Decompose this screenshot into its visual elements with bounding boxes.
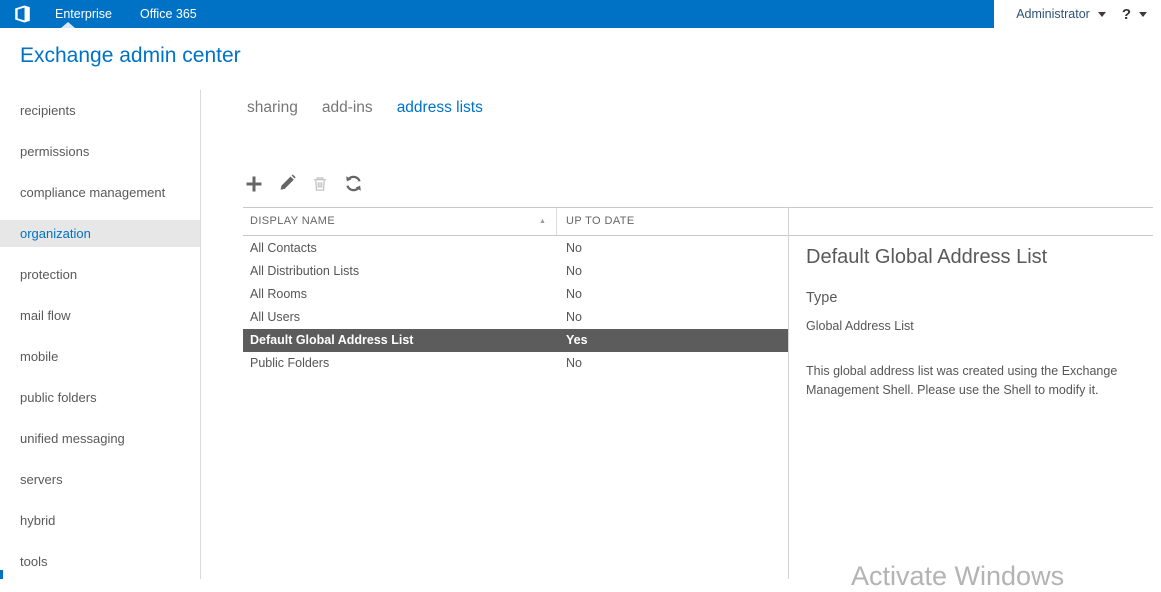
sidebar-nav: recipients permissions compliance manage… xyxy=(0,90,201,579)
user-menu-label[interactable]: Administrator xyxy=(1016,7,1090,21)
sidebar-item[interactable]: servers xyxy=(0,466,200,493)
content-tab[interactable]: sharing xyxy=(247,99,298,117)
column-header-display-name[interactable]: DISPLAY NAME xyxy=(250,208,335,235)
cell-display-name: All Contacts xyxy=(250,241,317,255)
topnav-tab-enterprise[interactable]: Enterprise xyxy=(55,7,112,21)
sidebar-item[interactable]: compliance management xyxy=(0,179,200,206)
cell-display-name: Default Global Address List xyxy=(250,333,414,347)
details-type-value: Global Address List xyxy=(806,319,914,333)
sidebar-item[interactable]: mail flow xyxy=(0,302,200,329)
cell-up-to-date: No xyxy=(566,287,582,301)
delete-button xyxy=(307,173,333,197)
plus-icon xyxy=(244,174,264,197)
cell-up-to-date: No xyxy=(566,310,582,324)
sort-ascending-icon: ▲ xyxy=(539,218,546,225)
table-row[interactable]: Public Folders No xyxy=(243,352,788,375)
cell-up-to-date: No xyxy=(566,356,582,370)
sidebar-item[interactable]: mobile xyxy=(0,343,200,370)
details-title: Default Global Address List xyxy=(806,246,1048,268)
corner-accent-mark xyxy=(0,570,3,579)
sidebar-item[interactable]: hybrid xyxy=(0,507,200,534)
refresh-button[interactable] xyxy=(340,173,366,197)
top-bar-brand-section: Enterprise Office 365 xyxy=(0,0,994,28)
edit-button[interactable] xyxy=(274,173,300,197)
page-title: Exchange admin center xyxy=(20,44,241,67)
sidebar-item[interactable]: public folders xyxy=(0,384,200,411)
sidebar-item[interactable]: permissions xyxy=(0,138,200,165)
sidebar-list: recipients permissions compliance manage… xyxy=(0,90,200,575)
sidebar-item[interactable]: unified messaging xyxy=(0,425,200,452)
help-menu-label[interactable]: ? xyxy=(1122,6,1131,23)
pencil-icon xyxy=(278,174,297,196)
table-header: DISPLAY NAME ▲ UP TO DATE xyxy=(243,207,1153,236)
cell-up-to-date: No xyxy=(566,264,582,278)
selected-tab-notch xyxy=(61,22,75,28)
details-pane: Default Global Address List Type Global … xyxy=(806,246,1151,401)
user-menu-caret-icon[interactable] xyxy=(1097,11,1106,17)
office-logo-icon xyxy=(14,4,31,24)
cell-up-to-date: No xyxy=(566,241,582,255)
cell-display-name: All Distribution Lists xyxy=(250,264,360,278)
details-type-label: Type xyxy=(806,290,838,306)
top-bar: Enterprise Office 365 Administrator ? xyxy=(0,0,1161,28)
topnav-tab-office365[interactable]: Office 365 xyxy=(140,7,197,21)
cell-display-name: All Users xyxy=(250,310,301,324)
help-menu-caret-icon[interactable] xyxy=(1139,11,1147,17)
table-row[interactable]: All Distribution Lists No xyxy=(243,260,788,283)
refresh-icon xyxy=(344,174,363,196)
sidebar-item[interactable]: protection xyxy=(0,261,200,288)
column-divider xyxy=(556,208,557,235)
content-tab[interactable]: add-ins xyxy=(322,99,373,117)
trash-icon xyxy=(311,175,329,196)
table-row[interactable]: All Rooms No xyxy=(243,283,788,306)
content-tab[interactable]: address lists xyxy=(397,99,483,117)
address-list-table: All Contacts No All Distribution Lists N… xyxy=(243,237,788,375)
add-button[interactable] xyxy=(241,173,267,197)
cell-display-name: All Rooms xyxy=(250,287,307,301)
activate-windows-watermark: Activate Windows xyxy=(851,561,1065,591)
sidebar-item[interactable]: tools xyxy=(0,548,200,575)
sidebar-item[interactable]: recipients xyxy=(0,97,200,124)
table-row[interactable]: All Users No xyxy=(243,306,788,329)
column-header-up-to-date[interactable]: UP TO DATE xyxy=(566,208,635,235)
cell-up-to-date: Yes xyxy=(566,333,588,347)
list-toolbar xyxy=(241,173,366,197)
table-row[interactable]: Default Global Address List Yes xyxy=(243,329,788,352)
details-description: This global address list was created usi… xyxy=(806,364,1118,398)
sidebar-item[interactable]: organization xyxy=(0,220,200,247)
table-row[interactable]: All Contacts No xyxy=(243,237,788,260)
content-tab-strip: sharing add-ins address lists xyxy=(247,99,483,117)
cell-display-name: Public Folders xyxy=(250,356,330,370)
top-bar-user-section: Administrator ? xyxy=(1016,0,1147,28)
pane-divider xyxy=(788,207,789,579)
